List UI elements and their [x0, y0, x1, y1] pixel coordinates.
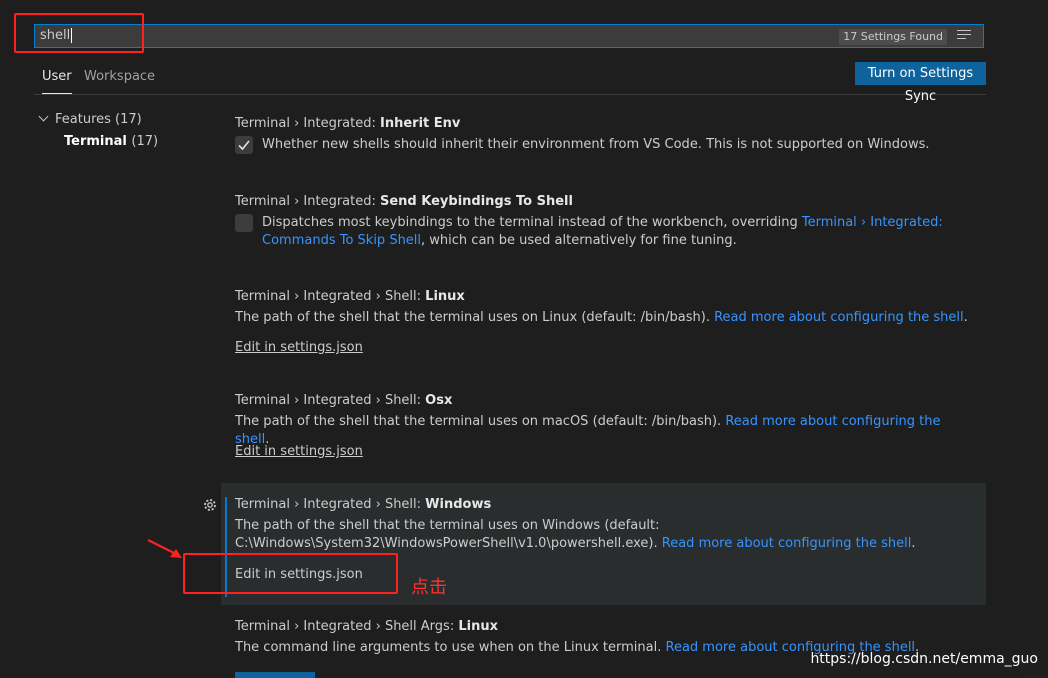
filter-icon[interactable]	[957, 30, 973, 42]
setting-title: Terminal › Integrated › Shell: Windows	[235, 497, 492, 512]
toc-item-features[interactable]: Features (17)	[38, 110, 142, 130]
scrollbar-track[interactable]	[1020, 0, 1048, 678]
tab-workspace[interactable]: Workspace	[84, 68, 155, 93]
setting-title: Terminal › Integrated: Send Keybindings …	[235, 194, 573, 209]
setting-inherit-env: Terminal › Integrated: Inherit Env Wheth…	[221, 115, 986, 175]
setting-description: Dispatches most keybindings to the termi…	[262, 215, 943, 248]
setting-description: The path of the shell that the terminal …	[235, 310, 968, 325]
results-count-badge: 17 Settings Found	[839, 29, 947, 45]
edit-in-settings-json-link[interactable]: Edit in settings.json	[235, 340, 363, 355]
scope-tabs: User Workspace	[34, 60, 986, 95]
annotation-box-edit	[183, 553, 398, 594]
edit-in-settings-json-link[interactable]: Edit in settings.json	[235, 444, 363, 459]
setting-title: Terminal › Integrated › Shell: Linux	[235, 289, 465, 304]
setting-title: Terminal › Integrated: Inherit Env	[235, 116, 461, 131]
chevron-down-icon	[38, 111, 49, 122]
tab-user[interactable]: User	[42, 68, 72, 94]
annotation-label: 点击	[411, 577, 447, 598]
toc-terminal-count: (17)	[131, 134, 159, 149]
title-strip	[0, 0, 1048, 10]
toc-features-label: Features	[55, 112, 111, 127]
setting-description: The path of the shell that the terminal …	[235, 518, 916, 551]
toc-item-terminal[interactable]: Terminal (17)	[64, 132, 158, 152]
send-keybindings-checkbox[interactable]	[235, 214, 253, 232]
settings-sync-button[interactable]: Turn on Settings Sync	[855, 62, 986, 104]
configure-shell-link[interactable]: Read more about configuring the shell	[662, 536, 912, 551]
checkmark-icon	[238, 140, 250, 151]
edit-button-partial[interactable]	[235, 672, 315, 678]
toc-features-count: (17)	[115, 112, 142, 127]
configure-shell-link[interactable]: Read more about configuring the shell	[714, 310, 964, 325]
setting-send-keybindings: Terminal › Integrated: Send Keybindings …	[221, 193, 986, 263]
gear-icon[interactable]	[202, 497, 218, 513]
setting-shell-linux: Terminal › Integrated › Shell: Linux The…	[221, 288, 986, 368]
setting-title: Terminal › Integrated › Shell: Osx	[235, 393, 453, 408]
inherit-env-checkbox[interactable]	[235, 136, 253, 154]
settings-search-box[interactable]: shell 17 Settings Found	[34, 24, 984, 48]
setting-description: Whether new shells should inherit their …	[262, 137, 930, 152]
annotation-box-search	[14, 13, 144, 53]
setting-title: Terminal › Integrated › Shell Args: Linu…	[235, 619, 498, 634]
annotation-arrow-icon	[147, 539, 182, 558]
watermark: https://blog.csdn.net/emma_guo	[810, 651, 1038, 667]
setting-shell-osx: Terminal › Integrated › Shell: Osx The p…	[221, 392, 986, 472]
toc-terminal-label: Terminal	[64, 134, 127, 149]
